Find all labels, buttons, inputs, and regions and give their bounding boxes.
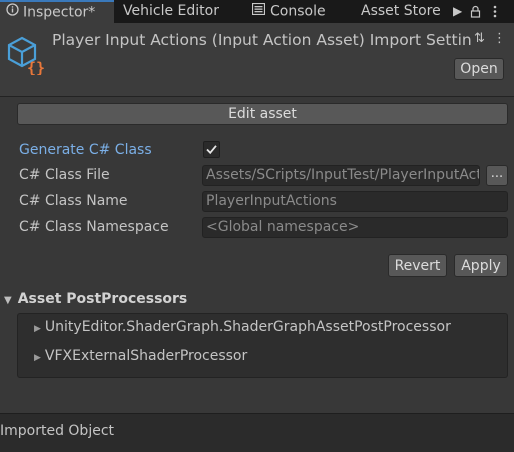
class-name-field[interactable]: PlayerInputActions [202,191,508,212]
input-action-asset-icon: {} [6,35,45,79]
page-title: Player Input Actions (Input Action Asset… [52,31,472,49]
tab-console[interactable]: Console [251,0,326,23]
tab-label: Console [270,3,326,20]
svg-text:{}: {} [27,59,44,75]
imported-object-label: Imported Object [0,423,115,439]
settings-sliders-icon[interactable]: ⇅ [474,31,485,46]
imported-object-bar: Imported Object [0,413,514,452]
inspector-header: {} Player Input Actions (Input Action As… [0,23,514,97]
browse-button[interactable]: ... [486,165,508,186]
generate-class-checkbox[interactable] [203,141,220,158]
postprocessors-foldout[interactable]: ▼ Asset PostProcessors [4,291,187,307]
list-item-label: UnityEditor.ShaderGraph.ShaderGraphAsset… [44,319,451,335]
list-item[interactable]: ▶ UnityEditor.ShaderGraph.ShaderGraphAsse… [34,319,451,335]
class-file-field[interactable]: Assets/SCripts/InputTest/PlayerInputActi… [202,165,480,186]
section-title: Asset PostProcessors [17,291,188,307]
revert-button[interactable]: Revert [388,254,447,277]
class-namespace-field[interactable]: <Global namespace> [202,217,508,238]
list-item-label: VFXExternalShaderProcessor [44,348,248,364]
tab-bar: Inspector* Vehicle Editor Console Asset … [0,0,514,23]
console-icon [251,0,266,23]
tab-label: Vehicle Editor [123,3,219,19]
open-button[interactable]: Open [454,58,504,80]
triangle-right-icon: ▶ [34,324,41,334]
kebab-menu-icon[interactable]: ⋮ [493,31,506,46]
apply-button[interactable]: Apply [454,254,508,277]
postprocessors-list: ▶ UnityEditor.ShaderGraph.ShaderGraphAsse… [17,313,508,378]
generate-class-label: Generate C# Class [19,142,152,158]
tab-label: Asset Store [361,3,441,19]
tab-label: Inspector* [23,4,96,21]
class-file-label: C# Class File [19,167,110,183]
info-icon [6,2,19,23]
list-item[interactable]: ▶ VFXExternalShaderProcessor [34,348,247,364]
edit-asset-button[interactable]: Edit asset [17,103,508,125]
tab-inspector[interactable]: Inspector* [0,0,114,23]
header-icons: ⇅ ⋮ [474,31,506,46]
tab-vehicle-editor[interactable]: Vehicle Editor [123,0,219,23]
class-name-label: C# Class Name [19,193,128,209]
checkmark-icon [206,145,217,155]
triangle-right-icon: ▶ [34,353,41,363]
triangle-down-icon: ▼ [4,295,12,306]
kebab-menu-icon[interactable] [493,0,497,23]
play-arrow-icon[interactable]: ▶ [453,0,462,23]
tab-asset-store[interactable]: Asset Store [361,0,445,23]
lock-icon[interactable] [470,0,481,23]
class-namespace-label: C# Class Namespace [19,219,169,235]
